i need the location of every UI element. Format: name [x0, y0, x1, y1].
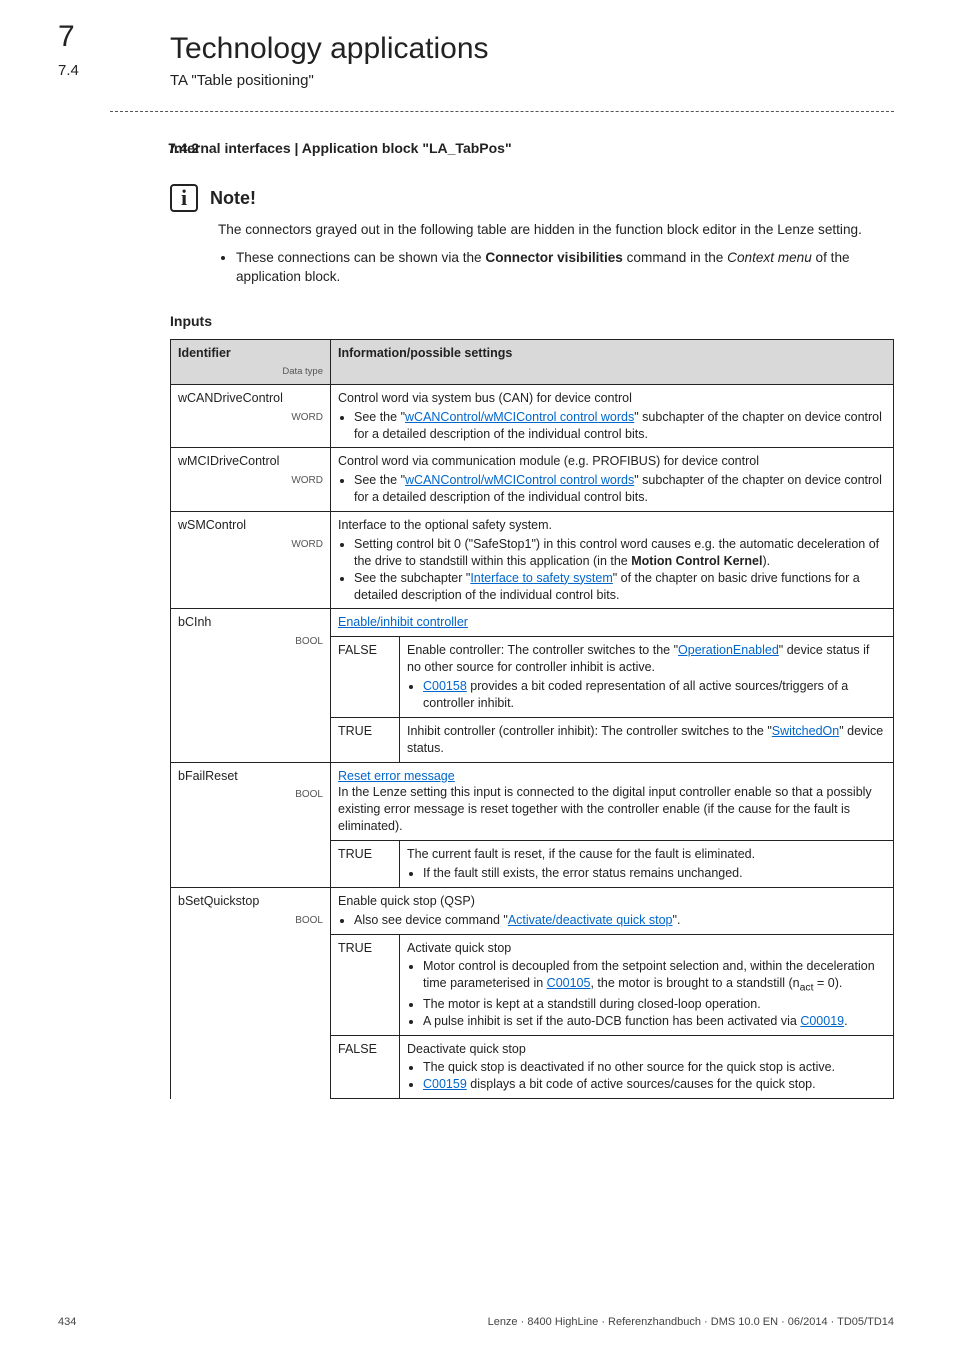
section-title: Internal interfaces | Application block …	[170, 140, 894, 156]
page-number: 434	[58, 1316, 76, 1328]
identifier: bSetQuickstop	[178, 894, 259, 908]
chapter-number: 7	[58, 20, 75, 54]
link-activate-qsp[interactable]: Activate/deactivate quick stop	[508, 913, 673, 927]
note-body: The connectors grayed out in the followi…	[218, 220, 864, 287]
link-interface-safety[interactable]: Interface to safety system	[470, 571, 612, 585]
link-c00158[interactable]: C00158	[423, 679, 467, 693]
data-type: WORD	[178, 474, 323, 488]
link-switchedon[interactable]: SwitchedOn	[772, 724, 839, 738]
value-true: TRUE	[331, 934, 400, 1035]
identifier: bFailReset	[178, 769, 238, 783]
page-footer: 434 Lenze · 8400 HighLine · Referenzhand…	[58, 1316, 894, 1328]
subchapter-title: TA "Table positioning"	[170, 72, 894, 89]
section-number: 7.4.2	[168, 140, 199, 156]
th-info: Information/possible settings	[331, 340, 894, 385]
link-c00105[interactable]: C00105	[547, 976, 591, 990]
link-operationenabled[interactable]: OperationEnabled	[678, 643, 779, 657]
value-true: TRUE	[331, 841, 400, 888]
link-enable-inhibit[interactable]: Enable/inhibit controller	[338, 615, 468, 629]
table-row: bCInh BOOL Enable/inhibit controller	[171, 609, 894, 637]
note-text: The connectors grayed out in the followi…	[218, 220, 864, 240]
table-row: bFailReset BOOL Reset error message In t…	[171, 762, 894, 841]
link-c00019[interactable]: C00019	[800, 1014, 844, 1028]
note-bullet: These connections can be shown via the C…	[236, 248, 864, 287]
value-false: FALSE	[331, 1035, 400, 1099]
subchapter-number: 7.4	[58, 62, 79, 79]
identifier: wSMControl	[178, 518, 246, 532]
value-true: TRUE	[331, 717, 400, 762]
table-header-row: Identifier Data type Information/possibl…	[171, 340, 894, 385]
table-row: wMCIDriveControl WORD Control word via c…	[171, 448, 894, 512]
identifier: wMCIDriveControl	[178, 454, 279, 468]
info-icon: i	[170, 184, 198, 212]
value-false: FALSE	[331, 637, 400, 718]
identifier: bCInh	[178, 615, 211, 629]
link-c00159[interactable]: C00159	[423, 1077, 467, 1091]
note-heading: Note!	[210, 188, 256, 209]
identifier: wCANDriveControl	[178, 391, 283, 405]
data-type: WORD	[178, 538, 323, 552]
table-row: bSetQuickstop BOOL Enable quick stop (QS…	[171, 887, 894, 934]
table-row: wCANDriveControl WORD Control word via s…	[171, 384, 894, 448]
inputs-table: Identifier Data type Information/possibl…	[170, 339, 894, 1099]
inputs-heading: Inputs	[170, 313, 894, 329]
link-wmcicontrol[interactable]: wCANControl/wMCIControl control words	[405, 473, 634, 487]
data-type: BOOL	[178, 914, 323, 928]
data-type: BOOL	[178, 635, 323, 649]
footer-text: Lenze · 8400 HighLine · Referenzhandbuch…	[488, 1316, 894, 1328]
table-row: wSMControl WORD Interface to the optiona…	[171, 512, 894, 609]
link-wcancontrol[interactable]: wCANControl/wMCIControl control words	[405, 410, 634, 424]
th-identifier: Identifier Data type	[171, 340, 331, 385]
data-type: BOOL	[178, 788, 323, 802]
separator-line	[110, 111, 894, 112]
link-reset-error[interactable]: Reset error message	[338, 769, 455, 783]
data-type: WORD	[178, 411, 323, 425]
chapter-title: Technology applications	[170, 32, 894, 66]
